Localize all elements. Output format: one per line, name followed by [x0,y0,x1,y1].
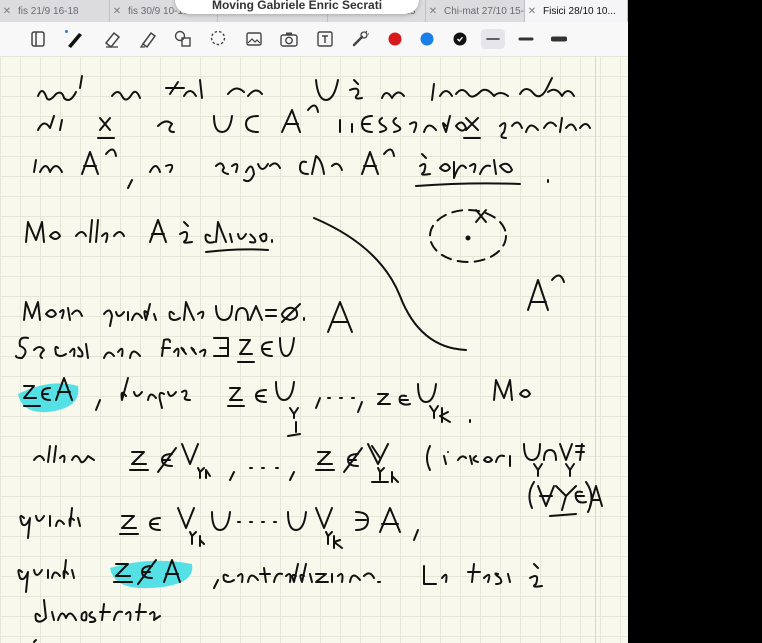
color-swatch-blue[interactable] [416,29,438,49]
ink-line-10 [17,559,543,593]
ink-line-6 [15,336,295,363]
ink-line-3 [33,148,549,189]
ink-line-11 [33,599,161,643]
tab-chi-mat-27-10[interactable]: ✕ Chi-mat 27/10 15-... [426,0,525,22]
stroke-width-thick[interactable] [548,29,570,49]
ink-line-4 [25,219,273,253]
ink-line-7 [23,377,531,437]
ink-line-5 [23,301,305,327]
ink-line-9 [19,507,419,549]
shapes-icon[interactable] [172,29,194,49]
ink-line-8 [33,443,585,483]
stroke-width-thin[interactable] [481,29,505,49]
ink-note-forall [528,481,603,517]
ink-line-2 [37,104,591,139]
eraser-icon[interactable] [101,29,123,49]
highlighter-icon[interactable] [137,29,159,49]
element-icon[interactable] [349,29,371,49]
ink-line-1 [37,75,575,101]
camera-icon[interactable] [278,29,300,49]
note-page[interactable] [0,56,628,643]
tab-label: fis 21/9 16-18 [18,5,79,17]
diagram-sketch [313,209,565,351]
image-icon[interactable] [243,29,265,49]
text-icon[interactable] [314,29,336,49]
banner-text: Moving Gabriele Enric Secrati [211,0,383,12]
tab-label: Chi-mat 27/10 15-... [444,5,524,17]
page-sidebar-icon[interactable] [27,29,49,49]
color-swatch-red[interactable] [384,29,406,49]
close-tab-icon[interactable]: ✕ [426,6,440,17]
lasso-icon[interactable] [207,29,229,49]
tab-fisici-28-10[interactable]: ✕ Fisici 28/10 10... [525,0,628,22]
close-tab-icon[interactable]: ✕ [0,6,14,17]
close-tab-icon[interactable]: ✕ [525,6,539,17]
handwriting-canvas[interactable] [0,56,628,643]
tab-fis-21-9[interactable]: ✕ fis 21/9 16-18 [0,0,110,22]
pen-icon[interactable] [64,29,86,49]
tab-label: Fisici 28/10 10... [543,5,616,17]
close-tab-icon[interactable]: ✕ [110,6,124,17]
notes-app: ✕ fis 21/9 16-18 ✕ fis 30/9 10-13 ✕ Chi-… [0,0,628,643]
stroke-width-medium[interactable] [515,29,537,49]
drawing-toolbar [0,22,628,57]
sharing-banner: Moving Gabriele Enric Secrati [175,0,419,14]
color-swatch-black[interactable] [449,29,471,49]
